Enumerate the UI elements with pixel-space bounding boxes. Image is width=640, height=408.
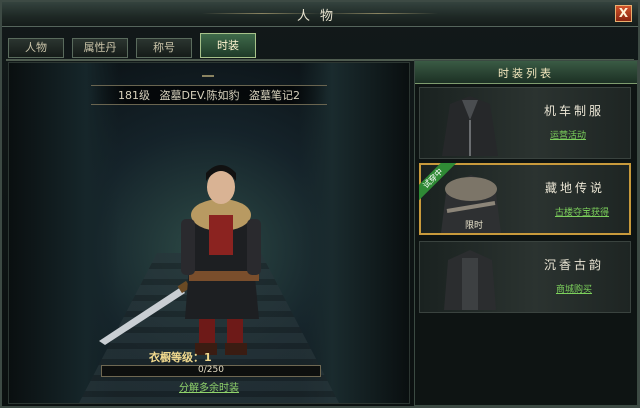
fashion-item-tibet-legend[interactable]: 试穿中 限时 藏地传说 古楼夺宝获得 xyxy=(419,163,631,235)
fashion-source-link[interactable]: 运营活动 xyxy=(550,128,586,141)
close-button[interactable]: X xyxy=(615,5,632,22)
title-ornament-right xyxy=(318,13,438,14)
character-window: 人物 X 人物 属性丹 称号 时装 181级 盗墓DEV.陈如豹 盗墓笔记2 衣… xyxy=(0,0,640,408)
tab-fashion[interactable]: 时装 xyxy=(200,33,256,58)
long-coat-thumbnail xyxy=(444,250,496,310)
cave-wall-right xyxy=(299,63,409,403)
right-boot xyxy=(225,343,247,355)
fashion-item-motorcycle-uniform[interactable]: 机车制服 运营活动 xyxy=(419,87,631,159)
fashion-source-link[interactable]: 古楼夺宝获得 xyxy=(555,205,609,218)
left-arm xyxy=(181,219,195,275)
fashion-item-agarwood-charm[interactable]: 沉香古韵 商城购买 xyxy=(419,241,631,313)
tab-attribute-pill[interactable]: 属性丹 xyxy=(72,38,128,58)
info-ornament xyxy=(202,75,214,83)
progress-text: 0/250 xyxy=(198,365,224,375)
window-title: 人物 xyxy=(296,9,343,24)
character-model[interactable] xyxy=(89,123,289,363)
title-bar: 人物 X xyxy=(2,2,638,27)
fashion-list-header: 时装列表 xyxy=(415,61,637,84)
right-arm xyxy=(247,219,261,275)
tab-title[interactable]: 称号 xyxy=(136,38,192,58)
character-info-bar: 181级 盗墓DEV.陈如豹 盗墓笔记2 xyxy=(91,85,327,105)
wardrobe-progress-bar: 0/250 xyxy=(101,365,321,377)
wardrobe-level: 衣橱等级：1 xyxy=(149,351,212,364)
character-preview: 181级 盗墓DEV.陈如豹 盗墓笔记2 衣橱等级：1 0/250 分解多余时装 xyxy=(8,62,410,404)
character-info-text: 181级 盗墓DEV.陈如豹 盗墓笔记2 xyxy=(117,89,300,102)
tab-character[interactable]: 人物 xyxy=(8,38,64,58)
limited-time-tag: 限时 xyxy=(465,221,484,231)
fashion-source-link[interactable]: 商城购买 xyxy=(556,282,592,295)
fashion-item-name: 机车制服 xyxy=(544,104,605,118)
fashion-item-name: 藏地传说 xyxy=(545,181,606,195)
decompose-fashion-link[interactable]: 分解多余时装 xyxy=(179,379,239,394)
sword-blade xyxy=(99,287,185,345)
red-vest xyxy=(209,215,233,255)
fashion-list-title: 时装列表 xyxy=(498,67,554,80)
fashion-item-name: 沉香古韵 xyxy=(544,258,605,272)
leather-jacket-thumbnail xyxy=(442,96,498,156)
trying-on-badge: 试穿中 xyxy=(419,163,457,201)
fashion-list-panel: 时装列表 机车制服 运营活动 试穿中 限时 藏地传说 古楼夺宝获得 沉香古韵 商… xyxy=(414,60,638,406)
